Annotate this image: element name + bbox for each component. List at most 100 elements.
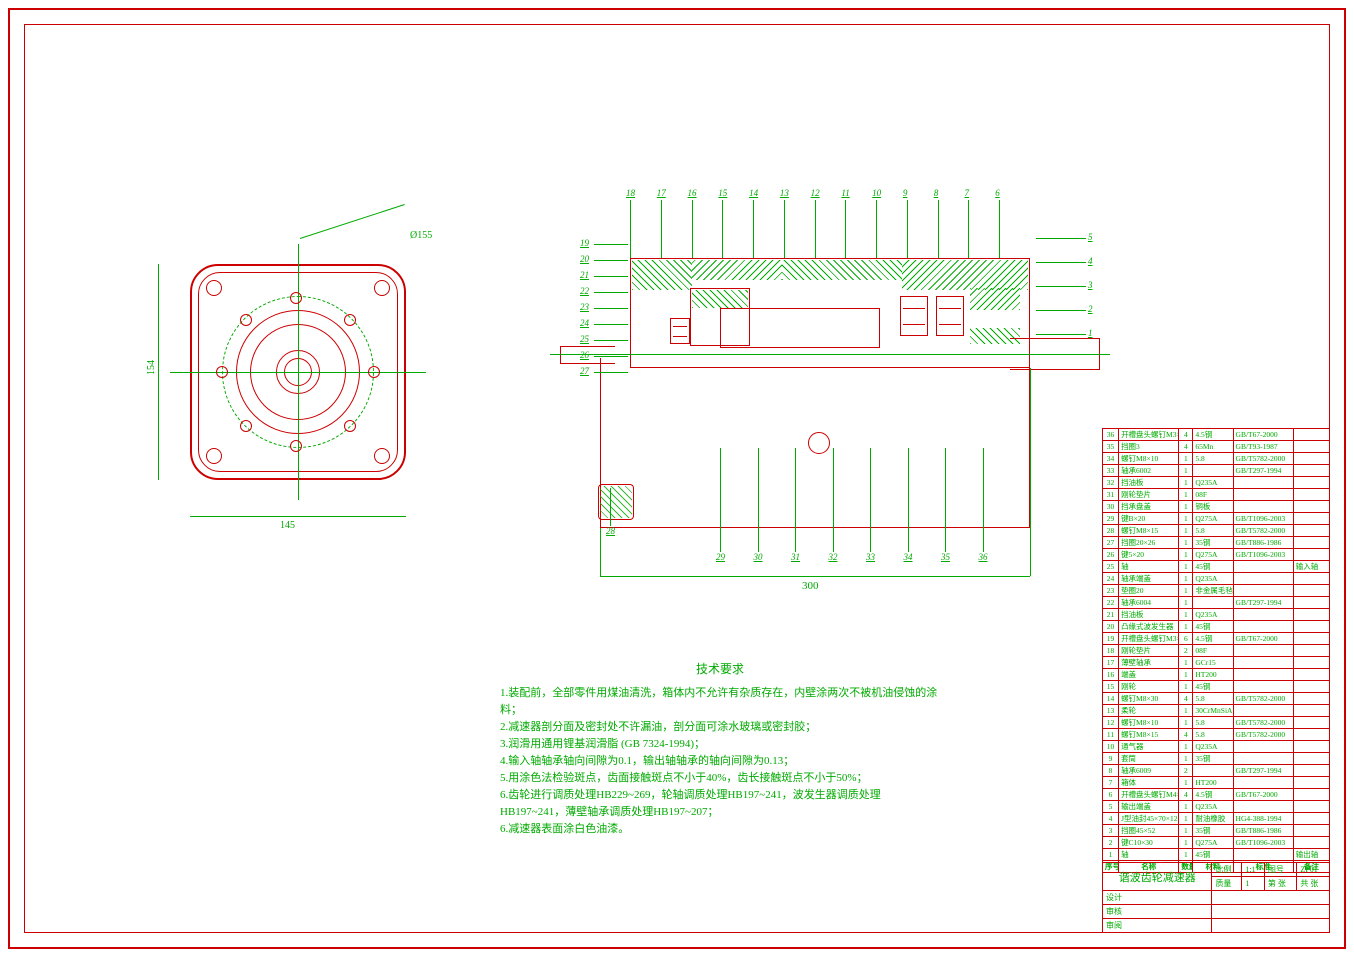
bom-cell — [1233, 801, 1293, 813]
tb-row: 设计 — [1103, 891, 1212, 905]
bom-cell: 铜板 — [1193, 501, 1233, 513]
bom-row: 31刚轮垫片108F — [1103, 489, 1330, 501]
tb-sheet-lbl: 图号 — [1264, 863, 1297, 877]
bom-cell: 1 — [1179, 669, 1193, 681]
bom-cell: 4.5钢 — [1193, 633, 1233, 645]
bom-table: 36开槽盘头螺钉M3×1144.5钢GB/T67-200035挡圈3465MnG… — [1102, 428, 1330, 873]
bom-cell: 1 — [1179, 537, 1193, 549]
bom-cell: 1 — [1179, 549, 1193, 561]
balloon-33: 33 — [866, 552, 875, 562]
bom-cell: 1 — [1179, 597, 1193, 609]
bom-cell: 1 — [1179, 477, 1193, 489]
bom-cell: 1 — [1179, 489, 1193, 501]
balloon-24: 24 — [580, 318, 589, 328]
bom-cell: 轴承6009 — [1119, 765, 1179, 777]
leader-line — [594, 356, 628, 357]
bom-cell: 输入轴 — [1293, 561, 1329, 573]
bom-cell: 3 — [1103, 825, 1119, 837]
bom-cell: 端盖 — [1119, 669, 1179, 681]
bearing-left — [670, 318, 690, 344]
bom-cell: HT200 — [1193, 669, 1233, 681]
bom-cell: 1 — [1179, 717, 1193, 729]
bom-cell — [1293, 609, 1329, 621]
bom-cell: 45钢 — [1193, 849, 1233, 861]
ring-hole — [368, 366, 380, 378]
balloon-35: 35 — [941, 552, 950, 562]
bom-cell — [1293, 777, 1329, 789]
section-view: 300 1817161514131211109876 54321 1920212… — [540, 188, 1080, 588]
bom-cell: 1 — [1179, 825, 1193, 837]
ring-hole — [240, 420, 252, 432]
bom-cell: 1 — [1179, 573, 1193, 585]
bom-cell — [1293, 465, 1329, 477]
bom-cell: GB/T297-1994 — [1233, 465, 1293, 477]
bom-row: 9套筒135钢 — [1103, 753, 1330, 765]
bom-cell: 17 — [1103, 657, 1119, 669]
bom-cell — [1293, 441, 1329, 453]
bom-cell: 26 — [1103, 549, 1119, 561]
hatch — [970, 288, 1020, 310]
bom-cell — [1233, 609, 1293, 621]
bom-row: 21挡油板1Q235A — [1103, 609, 1330, 621]
tech-req-line: 1.装配前，全部零件用煤油清洗，箱体内不允许有杂质存在，内壁涂两次不被机油侵蚀的… — [500, 685, 940, 719]
bom-cell: Q275A — [1193, 549, 1233, 561]
bom-cell: 5.8 — [1193, 525, 1233, 537]
leader-line — [594, 372, 628, 373]
bom-cell: 轴 — [1119, 849, 1179, 861]
balloon-30: 30 — [754, 552, 763, 562]
dim-154-line — [158, 264, 159, 480]
bom-cell — [1233, 573, 1293, 585]
bom-row: 6开槽盘头螺钉M4×1144.5钢GB/T67-2000 — [1103, 789, 1330, 801]
leader-line — [815, 200, 816, 258]
balloon-34: 34 — [904, 552, 913, 562]
leader-line — [722, 200, 723, 258]
bom-cell — [1293, 513, 1329, 525]
bom-cell: HT200 — [1193, 777, 1233, 789]
bom-row: 10通气器1Q235A — [1103, 741, 1330, 753]
balloon-23: 23 — [580, 302, 589, 312]
bom-cell: 开槽盘头螺钉M4×11 — [1119, 789, 1179, 801]
bom-cell: 1 — [1179, 585, 1193, 597]
bom-cell — [1233, 621, 1293, 633]
bom-cell: 4.5钢 — [1193, 789, 1233, 801]
bom-cell: 21 — [1103, 609, 1119, 621]
bom-cell: 螺钉M8×15 — [1119, 729, 1179, 741]
bom-cell: 1 — [1179, 681, 1193, 693]
bom-cell: 非金属毛毡 — [1193, 585, 1233, 597]
bom-cell: 轴承端盖 — [1119, 573, 1179, 585]
bom-row: 5输出端盖1Q235A — [1103, 801, 1330, 813]
bom-row: 25轴145钢输入轴 — [1103, 561, 1330, 573]
bom-cell: 1 — [1179, 513, 1193, 525]
bom-row: 13柔轮130CrMnSiA — [1103, 705, 1330, 717]
bom-cell: 螺钉M8×10 — [1119, 717, 1179, 729]
bom-cell: 5.8 — [1193, 729, 1233, 741]
bom-cell: 35钢 — [1193, 753, 1233, 765]
bom-cell — [1293, 537, 1329, 549]
bom-cell: 凸缘式波发生器 — [1119, 621, 1179, 633]
balloon-14: 14 — [749, 188, 758, 198]
dim-bolt-circle: Ø155 — [410, 230, 432, 241]
bom-cell — [1293, 705, 1329, 717]
bom-cell — [1233, 777, 1293, 789]
balloon-9: 9 — [903, 188, 908, 198]
ring-hole — [290, 292, 302, 304]
dim-154: 154 — [146, 360, 157, 375]
bom-cell — [1293, 549, 1329, 561]
bom-cell: Q235A — [1193, 477, 1233, 489]
ring-hole — [344, 420, 356, 432]
bom-cell: 1 — [1179, 657, 1193, 669]
bom-row: 32挡油板1Q235A — [1103, 477, 1330, 489]
ring-hole — [344, 314, 356, 326]
tb-sheet: ZP01 — [1297, 863, 1330, 877]
hatch — [902, 260, 1028, 290]
bom-cell — [1293, 789, 1329, 801]
bom-cell: 32 — [1103, 477, 1119, 489]
bom-cell: GB/T5782-2000 — [1233, 693, 1293, 705]
bom-cell: 35钢 — [1193, 537, 1233, 549]
bom-cell: Q235A — [1193, 741, 1233, 753]
tb-cell — [1212, 905, 1330, 919]
leader-line — [833, 448, 834, 552]
bom-cell: 1 — [1179, 525, 1193, 537]
bom-cell: 键B×20 — [1119, 513, 1179, 525]
bom-cell — [1233, 753, 1293, 765]
